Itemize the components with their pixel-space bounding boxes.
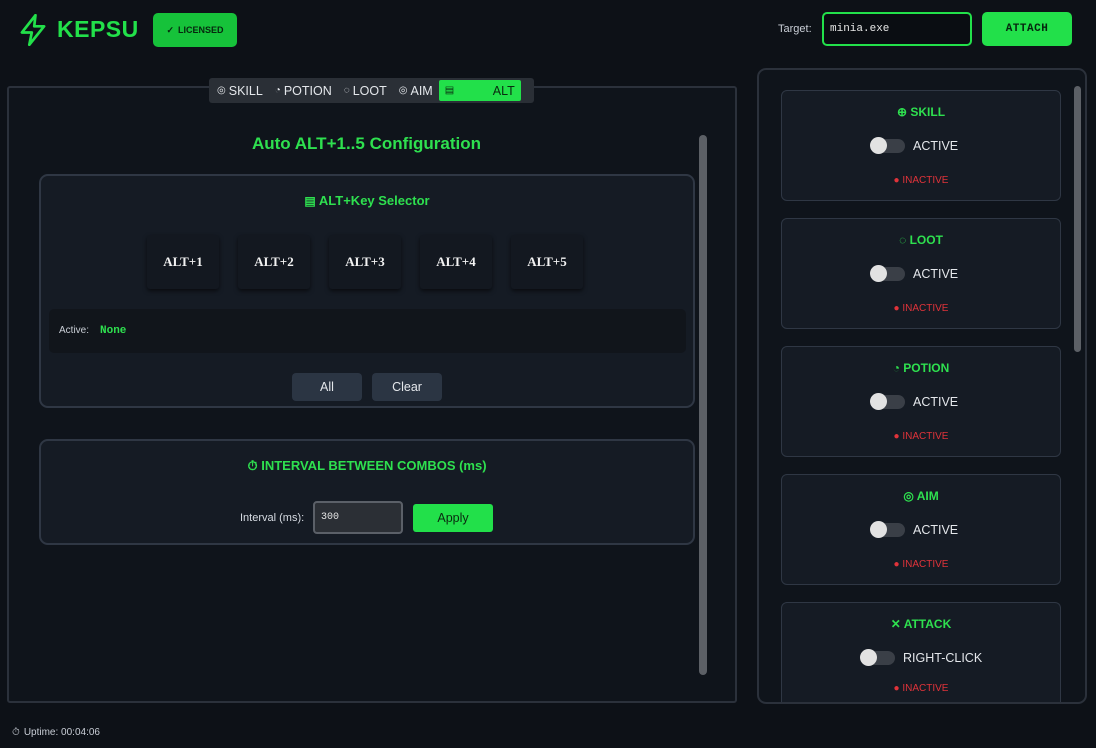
interval-input[interactable] <box>313 501 403 534</box>
skill-toggle-label: ACTIVE <box>913 139 959 153</box>
bag-icon: ◌ <box>899 233 907 247</box>
interval-title-text: INTERVAL BETWEEN COMBOS (ms) <box>261 458 487 473</box>
module-title-text: POTION <box>903 361 950 375</box>
licensed-badge: ✓ LICENSED <box>153 13 237 47</box>
tab-label: AIM <box>410 83 433 98</box>
active-label: Active: <box>59 325 90 336</box>
tab-loot[interactable]: ◌ LOOT <box>338 80 393 101</box>
aim-status: ● INACTIVE <box>893 559 949 570</box>
potion-toggle-label: ACTIVE <box>913 395 959 409</box>
module-title-text: ATTACK <box>903 617 952 631</box>
clear-button[interactable]: Clear <box>372 373 442 401</box>
tab-aim[interactable]: ◎ AIM <box>393 80 439 101</box>
uptime-text: Uptime: 00:04:06 <box>23 727 100 738</box>
tab-label: ALT <box>492 83 515 98</box>
target-icon: ◎ <box>903 489 914 503</box>
loot-status: ● INACTIVE <box>893 303 949 314</box>
aim-toggle-label: ACTIVE <box>913 523 959 537</box>
select-all-button[interactable]: All <box>292 373 362 401</box>
tab-label: SKILL <box>228 83 263 98</box>
alt-key-selector-card <box>39 174 695 408</box>
toggle-knob <box>860 649 877 666</box>
module-title-text: LOOT <box>909 233 943 247</box>
module-title-text: AIM <box>916 489 939 503</box>
toggle-knob <box>870 137 887 154</box>
interval-title: ⏱ INTERVAL BETWEEN COMBOS (ms) <box>39 458 695 474</box>
swords-icon: ✕ <box>890 617 901 631</box>
target-icon: ◎ <box>398 85 408 96</box>
tab-label: LOOT <box>352 83 387 98</box>
attack-status: ● INACTIVE <box>893 683 949 691</box>
active-value: None <box>100 325 127 337</box>
potion-status: ● INACTIVE <box>893 431 949 442</box>
keyboard-icon: ▤ <box>304 194 316 208</box>
module-title-loot: ◌ LOOT <box>781 233 1061 247</box>
stopwatch-icon: ⏱ <box>12 727 20 738</box>
target-label: Target: <box>778 23 812 35</box>
check-icon: ✓ <box>166 24 175 35</box>
licensed-label: LICENSED <box>178 25 224 35</box>
lightning-logo-icon <box>20 14 46 46</box>
app-name: KEPSU <box>57 16 139 42</box>
attack-toggle-label: RIGHT-CLICK <box>903 651 983 665</box>
toggle-knob <box>870 265 887 282</box>
target-process-input[interactable] <box>822 12 972 46</box>
toggle-knob <box>870 393 887 410</box>
module-title-potion: ◔ POTION <box>781 361 1061 375</box>
tab-skill[interactable]: ◎ SKILL <box>211 80 269 101</box>
active-keys-row <box>49 309 686 353</box>
tab-bar: ◎ SKILL ◔ POTION ◌ LOOT ◎ AIM ▤ ALT <box>209 78 534 103</box>
page-title: Auto ALT+1..5 Configuration <box>251 134 481 153</box>
module-title-attack: ✕ ATTACK <box>781 617 1061 631</box>
loot-toggle-label: ACTIVE <box>913 267 959 281</box>
key-selector-title: ▤ ALT+Key Selector <box>39 193 695 208</box>
alt-4-key[interactable]: ALT+4 <box>420 235 492 289</box>
attach-button[interactable]: ATTACH <box>982 12 1072 46</box>
skill-status: ● INACTIVE <box>893 175 949 186</box>
gamepad-icon: ⊕ <box>896 105 908 119</box>
uptime-display: ⏱ Uptime: 00:04:06 <box>12 727 100 738</box>
apply-button[interactable]: Apply <box>413 504 493 532</box>
alt-5-key[interactable]: ALT+5 <box>511 235 583 289</box>
alt-1-key[interactable]: ALT+1 <box>147 235 219 289</box>
tab-alt[interactable]: ▤ ALT <box>438 80 521 101</box>
potion-icon: ◔ <box>892 361 900 375</box>
alt-3-key[interactable]: ALT+3 <box>329 235 401 289</box>
modules-scrollbar[interactable] <box>1074 86 1081 352</box>
target-icon: ◎ <box>217 85 226 96</box>
stopwatch-icon: ⏱ <box>247 458 258 473</box>
alt-2-key[interactable]: ALT+2 <box>238 235 310 289</box>
module-title-skill: ⊕ SKILL <box>781 105 1061 119</box>
tab-potion[interactable]: ◔ POTION <box>269 80 338 101</box>
main-scrollbar[interactable] <box>699 135 707 675</box>
bag-icon: ◌ <box>343 85 350 96</box>
toggle-knob <box>870 521 887 538</box>
interval-label: Interval (ms): <box>240 512 305 524</box>
key-selector-title-text: ALT+Key Selector <box>318 193 430 208</box>
module-title-aim: ◎ AIM <box>781 489 1061 503</box>
potion-icon: ◔ <box>274 85 281 96</box>
module-title-text: SKILL <box>910 105 946 119</box>
tab-label: POTION <box>283 83 332 98</box>
keyboard-icon: ▤ <box>444 85 455 96</box>
